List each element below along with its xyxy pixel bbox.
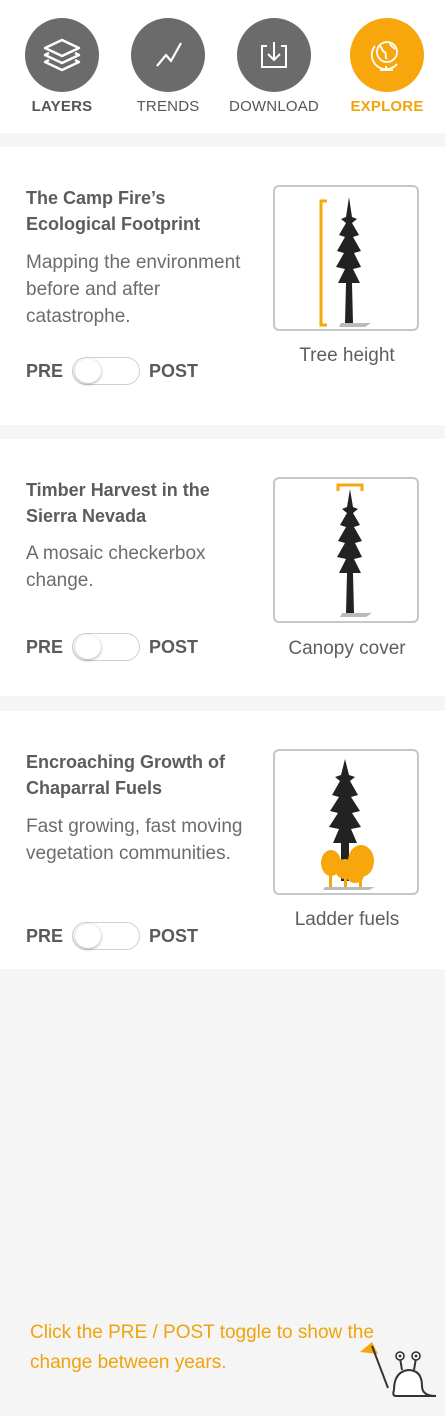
toggle-hint-text: Click the PRE / POST toggle to show the … — [30, 1322, 374, 1373]
pre-post-toggle-row: PRE POST — [26, 921, 198, 951]
nav-label-download: DOWNLOAD — [229, 98, 319, 115]
card-description: Fast growing, fast moving vegetation com… — [26, 816, 243, 864]
figure-caption: Canopy cover — [288, 638, 406, 659]
toggle-knob — [75, 359, 102, 383]
pre-label: PRE — [26, 360, 64, 381]
explore-card: Encroaching Growth of Chaparral Fuels Fa… — [0, 711, 445, 969]
card-title: The Camp Fire’s Ecological Footprint — [26, 188, 200, 234]
pre-post-toggle[interactable] — [72, 357, 141, 385]
explore-card: The Camp Fire’s Ecological Footprint Map… — [0, 147, 445, 425]
layers-icon — [25, 18, 99, 92]
nav-layers-button[interactable]: LAYERS — [9, 18, 115, 115]
pre-post-toggle-row: PRE POST — [26, 356, 198, 386]
card-title: Timber Harvest in the Sierra Nevada — [26, 480, 210, 526]
nav-download-button[interactable]: DOWNLOAD — [221, 18, 327, 115]
download-icon — [237, 18, 311, 92]
figure-caption: Tree height — [299, 345, 395, 366]
post-label: POST — [149, 636, 199, 657]
pre-post-toggle[interactable] — [72, 922, 141, 950]
pre-post-toggle[interactable] — [72, 633, 141, 661]
trend-line-icon — [131, 18, 205, 92]
snail-flag-mascot-icon — [360, 1342, 437, 1397]
card-description: A mosaic checkerbox change. — [26, 543, 206, 591]
canopy-cover-icon — [273, 477, 419, 623]
ladder-fuels-icon — [273, 749, 419, 895]
pre-post-toggle-row: PRE POST — [26, 632, 198, 662]
figure-caption: Ladder fuels — [294, 909, 400, 930]
top-nav: LAYERS TRENDS DOWNLOAD EXPLORE — [0, 0, 445, 133]
pre-label: PRE — [26, 925, 64, 946]
nav-label-layers: LAYERS — [31, 98, 93, 115]
toggle-knob — [75, 924, 102, 948]
post-label: POST — [149, 360, 199, 381]
explore-card: Timber Harvest in the Sierra Nevada A mo… — [0, 439, 445, 696]
globe-icon — [350, 18, 424, 92]
card-title: Encroaching Growth of Chaparral Fuels — [26, 752, 226, 798]
nav-trends-button[interactable]: TRENDS — [115, 18, 221, 115]
toggle-knob — [75, 635, 102, 659]
nav-label-explore: EXPLORE — [350, 98, 424, 115]
nav-explore-button[interactable]: EXPLORE — [334, 18, 440, 115]
nav-label-trends: TRENDS — [136, 98, 200, 115]
post-label: POST — [149, 925, 199, 946]
pre-label: PRE — [26, 636, 64, 657]
card-description: Mapping the environment before and after… — [26, 252, 241, 327]
tree-height-icon — [273, 185, 419, 331]
